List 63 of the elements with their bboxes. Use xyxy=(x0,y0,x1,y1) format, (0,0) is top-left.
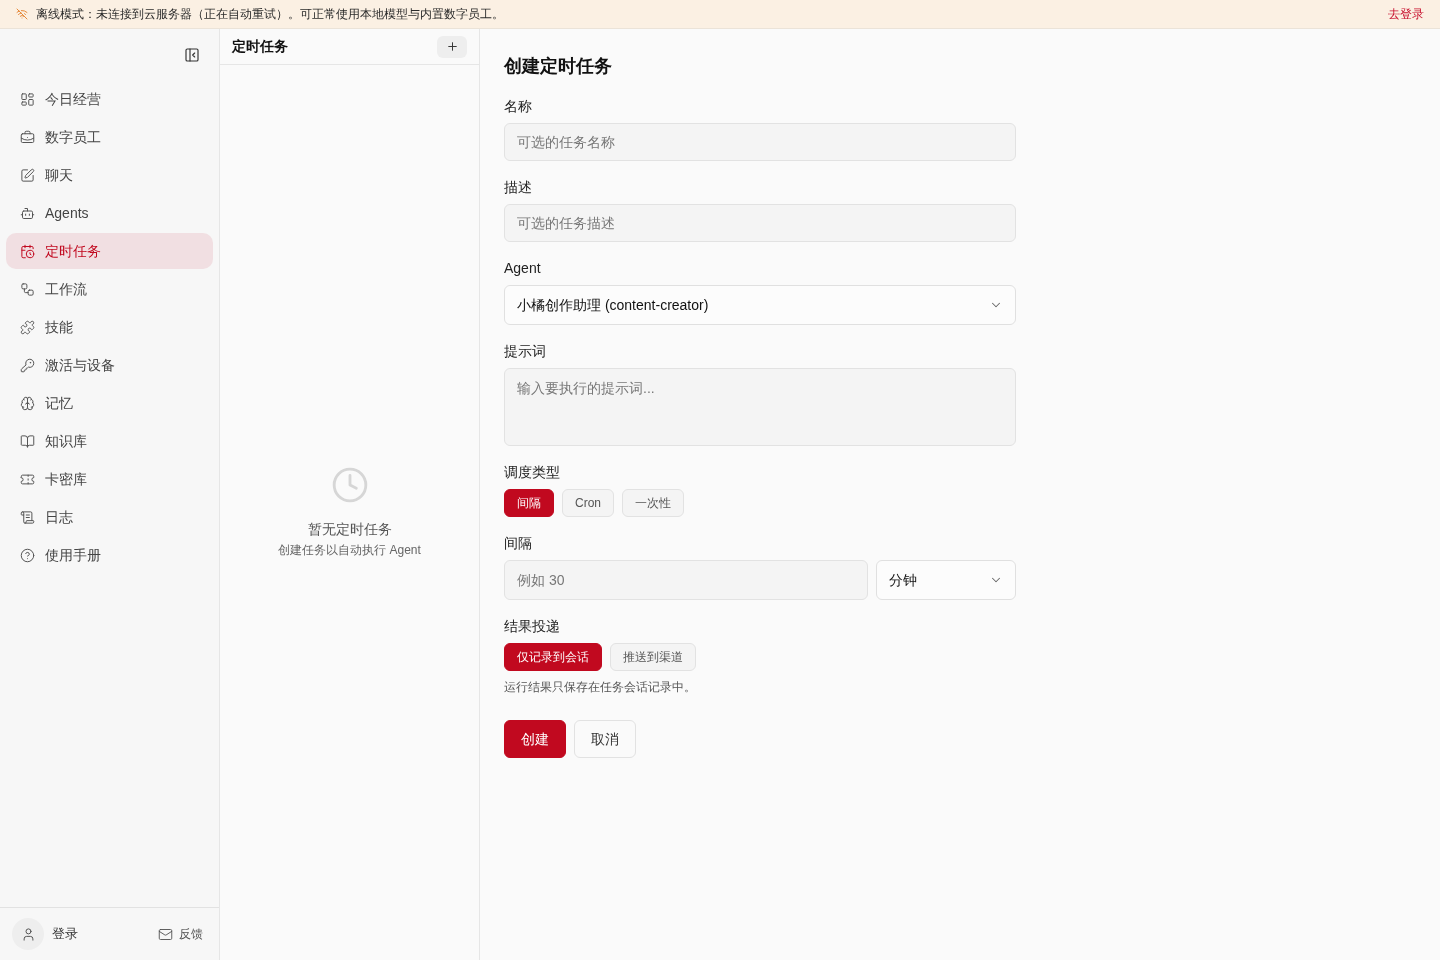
unit-select[interactable]: 分钟 xyxy=(876,560,1016,600)
panel-collapse-icon xyxy=(184,47,200,63)
empty-state-hint: 创建任务以自动执行 Agent xyxy=(278,542,421,559)
sidebar-item[interactable]: 数字员工 xyxy=(6,119,213,155)
create-button[interactable]: 创建 xyxy=(504,720,566,758)
sidebar-item[interactable]: 激活与设备 xyxy=(6,347,213,383)
option-toggle[interactable]: 一次性 xyxy=(622,489,684,517)
banner-message: 离线模式：未连接到云服务器（正在自动重试）。可正常使用本地模型与内置数字员工。 xyxy=(36,6,504,23)
robot-icon xyxy=(20,205,35,221)
sidebar-item[interactable]: 使用手册 xyxy=(6,537,213,573)
ticket-icon xyxy=(20,471,35,487)
mail-icon xyxy=(158,926,173,942)
field-label: 结果投递 xyxy=(504,617,561,636)
sidebar-item[interactable]: Agents xyxy=(6,195,213,231)
sidebar-item[interactable]: 卡密库 xyxy=(6,461,213,497)
sidebar-item[interactable]: 工作流 xyxy=(6,271,213,307)
book-icon xyxy=(20,433,35,449)
interval-input[interactable]: 例如 30 xyxy=(504,560,868,600)
field-label: 描述 xyxy=(504,178,533,197)
sidebar-item[interactable]: 知识库 xyxy=(6,423,213,459)
sidebar-item[interactable]: 聊天 xyxy=(6,157,213,193)
plus-icon xyxy=(445,40,459,53)
dashboard-icon xyxy=(20,91,35,107)
user-avatar-icon xyxy=(12,918,44,950)
add-task-button[interactable] xyxy=(437,35,467,58)
key-icon xyxy=(20,357,35,373)
panel-title: 定时任务 xyxy=(232,37,288,56)
empty-state-title: 暂无定时任务 xyxy=(307,520,392,539)
wifi-off-icon xyxy=(16,8,28,20)
field-label: 间隔 xyxy=(504,534,533,553)
field-label: 调度类型 xyxy=(504,463,561,482)
clock-icon xyxy=(330,466,369,504)
option-toggle[interactable]: 仅记录到会话 xyxy=(504,643,602,671)
scroll-icon xyxy=(20,509,35,525)
sidebar-item[interactable]: 日志 xyxy=(6,499,213,535)
cancel-button[interactable]: 取消 xyxy=(574,720,636,758)
workflow-icon xyxy=(20,281,35,297)
login-link[interactable]: 去登录 xyxy=(1388,5,1424,23)
field-label: 名称 xyxy=(504,97,533,116)
sidebar-item[interactable]: 技能 xyxy=(6,309,213,345)
text-input[interactable]: 可选的任务名称 xyxy=(504,123,1016,161)
option-toggle[interactable]: 推送到渠道 xyxy=(610,643,696,671)
help-icon xyxy=(20,547,35,563)
option-toggle[interactable]: Cron xyxy=(562,489,614,517)
sidebar-item[interactable]: 记忆 xyxy=(6,385,213,421)
prompt-textarea[interactable]: 输入要执行的提示词... xyxy=(504,368,1016,446)
agent-select[interactable]: 小橘创作助理 (content-creator) xyxy=(504,285,1016,325)
sidebar-item[interactable]: 定时任务 xyxy=(6,233,213,269)
brain-icon xyxy=(20,395,35,411)
form-title: 创建定时任务 xyxy=(504,55,613,78)
edit-icon xyxy=(20,167,35,183)
puzzle-icon xyxy=(20,319,35,335)
feedback-button[interactable]: 反馈 xyxy=(158,925,203,943)
briefcase-icon xyxy=(20,129,35,145)
calendar-clock-icon xyxy=(20,243,35,259)
option-toggle[interactable]: 间隔 xyxy=(504,489,554,517)
field-label: 提示词 xyxy=(504,342,547,361)
text-input[interactable]: 可选的任务描述 xyxy=(504,204,1016,242)
collapse-sidebar-button[interactable] xyxy=(184,47,200,63)
field-label: Agent xyxy=(504,259,542,278)
sidebar-item[interactable]: 今日经营 xyxy=(6,81,213,117)
login-button[interactable]: 登录 xyxy=(52,924,78,944)
help-text: 运行结果只保存在任务会话记录中。 xyxy=(504,679,697,695)
